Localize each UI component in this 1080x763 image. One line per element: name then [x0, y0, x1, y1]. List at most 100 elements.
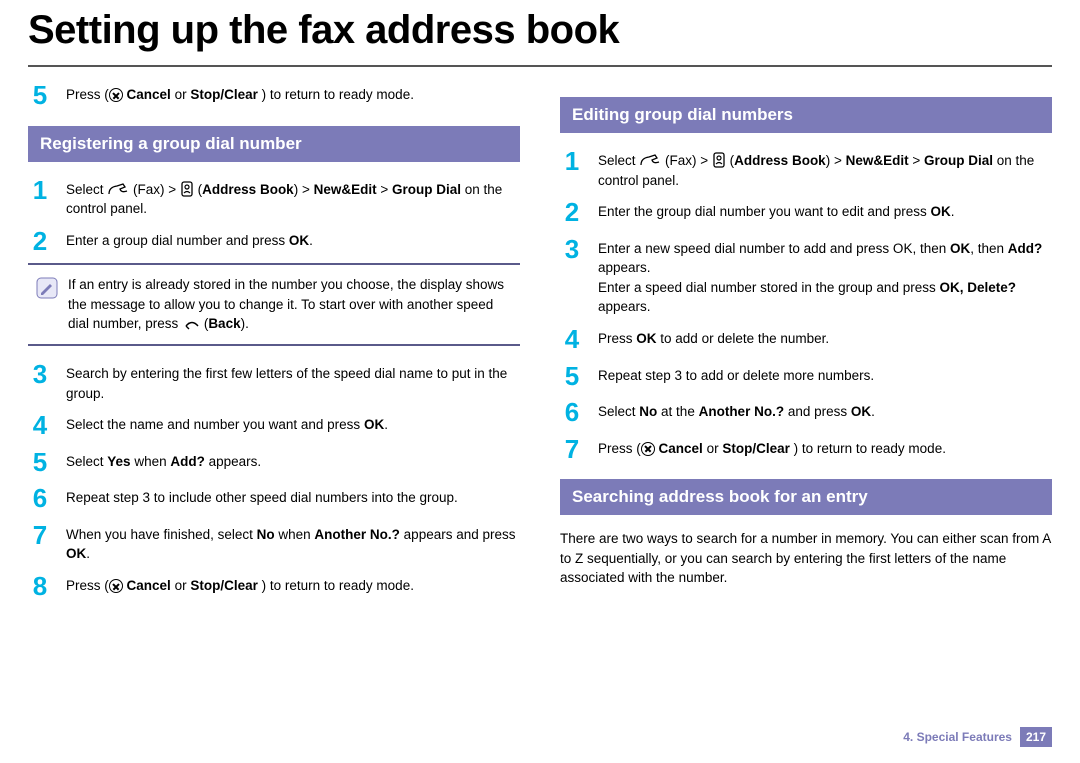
- footer-chapter: 4. Special Features: [903, 730, 1012, 744]
- step-number: 5: [28, 81, 52, 110]
- text: ) to return to ready mode.: [262, 87, 414, 102]
- address-book-icon: [180, 181, 194, 197]
- stop-clear-label: Stop/Clear: [190, 87, 258, 102]
- footer-page-number: 217: [1020, 727, 1052, 747]
- ok-label: OK: [636, 331, 656, 346]
- step-b1: 1 Select (Fax) > (Address Book) > New&Ed…: [560, 147, 1052, 190]
- text: appears.: [598, 260, 651, 275]
- ok-label: OK: [66, 546, 86, 561]
- step-number: 3: [560, 235, 584, 264]
- step-number: 8: [28, 572, 52, 601]
- group-dial-label: Group Dial: [392, 182, 461, 197]
- step-number: 1: [28, 176, 52, 205]
- step-a8: 8 Press ( Cancel or Stop/Clear ) to retu…: [28, 572, 520, 601]
- cancel-x-icon: [109, 579, 123, 593]
- text: Select: [598, 404, 639, 419]
- fax-icon: [107, 181, 129, 197]
- text: or: [707, 441, 723, 456]
- step-number: 6: [560, 398, 584, 427]
- ok-label: OK: [851, 404, 871, 419]
- text: ) to return to ready mode.: [794, 441, 946, 456]
- note-text: If an entry is already stored in the num…: [68, 277, 504, 331]
- new-edit-label: New&Edit: [314, 182, 377, 197]
- no-label: No: [257, 527, 275, 542]
- text: when: [134, 454, 170, 469]
- step-number: 4: [560, 325, 584, 354]
- text: appears.: [209, 454, 262, 469]
- text: or: [175, 578, 191, 593]
- right-column: Editing group dial numbers 1 Select (Fax…: [560, 81, 1052, 609]
- cancel-label: Cancel: [127, 578, 171, 593]
- cancel-label: Cancel: [659, 441, 703, 456]
- address-book-icon: [712, 152, 726, 168]
- sep: >: [298, 182, 313, 197]
- another-no-label: Another No.?: [314, 527, 400, 542]
- step-number: 5: [560, 362, 584, 391]
- step-a5: 5 Select Yes when Add? appears.: [28, 448, 520, 477]
- yes-label: Yes: [107, 454, 130, 469]
- text: Select: [598, 153, 639, 168]
- step-a3: 3 Search by entering the first few lette…: [28, 360, 520, 403]
- text: When you have finished, select: [66, 527, 257, 542]
- text: Select: [66, 182, 107, 197]
- text: and press: [788, 404, 851, 419]
- step-a7: 7 When you have finished, select No when…: [28, 521, 520, 564]
- back-arrow-icon: [182, 321, 200, 331]
- stop-clear-label: Stop/Clear: [190, 578, 258, 593]
- content-columns: 5 Press ( Cancel or Stop/Clear ) to retu…: [28, 81, 1052, 609]
- step-b7: 7 Press ( Cancel or Stop/Clear ) to retu…: [560, 435, 1052, 464]
- section-editing: Editing group dial numbers: [560, 97, 1052, 133]
- step-number: 2: [28, 227, 52, 256]
- text: Press: [66, 87, 104, 102]
- sep: >: [909, 153, 924, 168]
- step-b3: 3 Enter a new speed dial number to add a…: [560, 235, 1052, 317]
- text: Enter a speed dial number stored in the …: [598, 280, 939, 295]
- back-label: Back: [208, 316, 240, 331]
- text: Search by entering the first few letters…: [66, 360, 520, 403]
- searching-paragraph: There are two ways to search for a numbe…: [560, 529, 1052, 588]
- left-column: 5 Press ( Cancel or Stop/Clear ) to retu…: [28, 81, 520, 609]
- step-b5: 5 Repeat step 3 to add or delete more nu…: [560, 362, 1052, 391]
- add-label: Add?: [170, 454, 205, 469]
- step-number: 3: [28, 360, 52, 389]
- text: when: [278, 527, 314, 542]
- text: to add or delete the number.: [660, 331, 829, 346]
- step-number: 1: [560, 147, 584, 176]
- step-a4: 4 Select the name and number you want an…: [28, 411, 520, 440]
- section-registering: Registering a group dial number: [28, 126, 520, 162]
- ok-delete-label: OK, Delete?: [939, 280, 1016, 295]
- section-searching: Searching address book for an entry: [560, 479, 1052, 515]
- text: or: [175, 87, 191, 102]
- step-b4: 4 Press OK to add or delete the number.: [560, 325, 1052, 354]
- no-label: No: [639, 404, 657, 419]
- text: Enter a new speed dial number to add and…: [598, 241, 950, 256]
- text: ) to return to ready mode.: [262, 578, 414, 593]
- text: Repeat step 3 to add or delete more numb…: [598, 362, 874, 386]
- step-a6: 6 Repeat step 3 to include other speed d…: [28, 484, 520, 513]
- step-number: 5: [28, 448, 52, 477]
- note-pencil-icon: [36, 277, 58, 299]
- stop-clear-label: Stop/Clear: [722, 441, 790, 456]
- step-a2: 2 Enter a group dial number and press OK…: [28, 227, 520, 256]
- step-a1: 1 Select (Fax) > (Address Book) > New&Ed…: [28, 176, 520, 219]
- note-box: If an entry is already stored in the num…: [28, 263, 520, 346]
- title-rule: [28, 65, 1052, 67]
- text: Press: [598, 441, 636, 456]
- group-dial-label: Group Dial: [924, 153, 993, 168]
- page-title: Setting up the fax address book: [28, 0, 1052, 65]
- step-b2: 2 Enter the group dial number you want t…: [560, 198, 1052, 227]
- new-edit-label: New&Edit: [846, 153, 909, 168]
- cancel-label: Cancel: [127, 87, 171, 102]
- add-label: Add?: [1008, 241, 1043, 256]
- step-number: 2: [560, 198, 584, 227]
- text: appears.: [598, 299, 651, 314]
- step-5-top: 5 Press ( Cancel or Stop/Clear ) to retu…: [28, 81, 520, 110]
- another-no-label: Another No.?: [699, 404, 785, 419]
- text: Select: [66, 454, 107, 469]
- step-number: 7: [560, 435, 584, 464]
- address-book-label: Address Book: [202, 182, 294, 197]
- step-b6: 6 Select No at the Another No.? and pres…: [560, 398, 1052, 427]
- sep: >: [830, 153, 845, 168]
- text: Press: [66, 578, 104, 593]
- cancel-x-icon: [641, 442, 655, 456]
